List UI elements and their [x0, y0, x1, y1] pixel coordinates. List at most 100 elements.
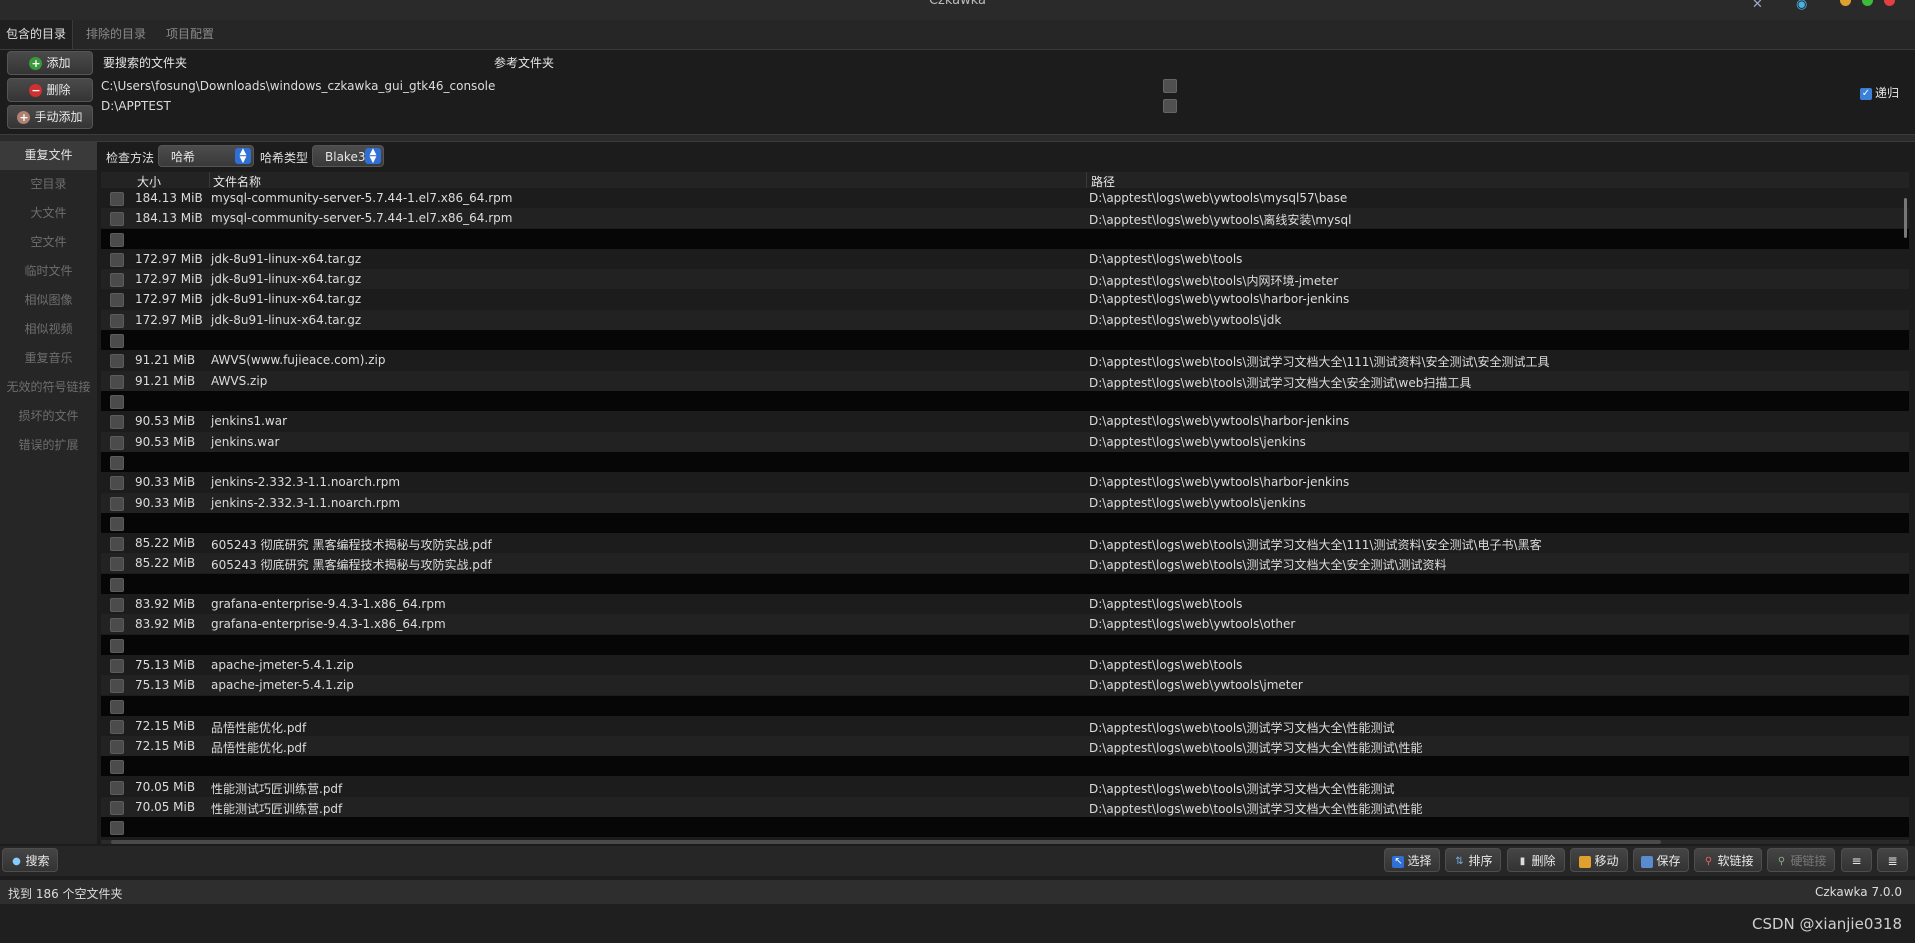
group-checkbox[interactable] [110, 233, 124, 247]
group-separator-row[interactable] [101, 452, 1909, 472]
move-button[interactable]: 移动 [1570, 848, 1628, 872]
tab-item-config[interactable]: 项目配置 [160, 20, 220, 49]
group-checkbox[interactable] [110, 700, 124, 714]
sort-button[interactable]: ⇅ 排序 [1445, 848, 1501, 872]
reference-checkbox[interactable] [1163, 79, 1177, 93]
row-checkbox[interactable] [110, 476, 124, 490]
table-row[interactable]: 70.05 MiB 性能测试巧匠训练营.pdf D:\apptest\logs\we… [101, 797, 1909, 817]
sidebar-item-similar-videos[interactable]: 相似视频 [0, 315, 97, 344]
table-row[interactable]: 172.97 MiB jdk-8u91-linux-x64.tar.gz D:\ap… [101, 269, 1909, 289]
group-checkbox[interactable] [110, 334, 124, 348]
table-row[interactable]: 172.97 MiB jdk-8u91-linux-x64.tar.gz D:\ap… [101, 249, 1909, 269]
sidebar-item-duplicate-files[interactable]: 重复文件 [0, 141, 97, 170]
group-separator-row[interactable] [101, 391, 1909, 411]
recursive-toggle[interactable]: ✓ 递归 [1860, 84, 1899, 101]
search-button[interactable]: ● 搜索 [2, 848, 58, 872]
table-row[interactable]: 75.13 MiB apache-jmeter-5.4.1.zip D:\appte… [101, 675, 1909, 695]
group-separator-row[interactable] [101, 756, 1909, 776]
table-row[interactable]: 83.92 MiB grafana-enterprise-9.4.3-1.x86_… [101, 614, 1909, 634]
tab-excluded-dirs[interactable]: 排除的目录 [80, 20, 152, 49]
row-checkbox[interactable] [110, 436, 124, 450]
collapse-panel-button[interactable]: ≡ [1841, 848, 1872, 872]
group-separator-row[interactable] [101, 330, 1909, 350]
row-checkbox[interactable] [110, 720, 124, 734]
table-row[interactable]: 70.05 MiB 性能测试巧匠训练营.pdf D:\apptest\logs\we… [101, 777, 1909, 797]
table-row[interactable]: 72.15 MiB 品悟性能优化.pdf D:\apptest\logs\web\t… [101, 716, 1909, 736]
vertical-scrollbar[interactable] [1904, 198, 1907, 238]
delete-button[interactable]: ▮ 删除 [1507, 848, 1565, 872]
group-separator-row[interactable] [101, 574, 1909, 594]
row-checkbox[interactable] [110, 659, 124, 673]
table-row[interactable]: 90.33 MiB jenkins-2.332.3-1.1.noarch.rpm D… [101, 472, 1909, 492]
sidebar-item-empty-files[interactable]: 空文件 [0, 228, 97, 257]
expand-panel-button[interactable]: ≣ [1877, 848, 1908, 872]
table-row[interactable]: 172.97 MiB jdk-8u91-linux-x64.tar.gz D:\ap… [101, 289, 1909, 309]
table-row[interactable]: 184.13 MiB mysql-community-server-5.7.44-… [101, 188, 1909, 208]
info-icon[interactable]: ◉ [1796, 0, 1814, 12]
hash-type-combo[interactable]: Blake3 ▲ ▼ [312, 145, 384, 167]
manual-add-button[interactable]: + 手动添加 [7, 105, 93, 129]
row-checkbox[interactable] [110, 801, 124, 815]
select-button[interactable]: ↖ 选择 [1384, 848, 1440, 872]
sidebar-item-duplicate-music[interactable]: 重复音乐 [0, 344, 97, 373]
reference-checkbox[interactable] [1163, 99, 1177, 113]
group-checkbox[interactable] [110, 395, 124, 409]
table-row[interactable]: 85.22 MiB 605243 彻底研究 黑客编程技术揭秘与攻防实战.pdf D:… [101, 553, 1909, 573]
group-checkbox[interactable] [110, 639, 124, 653]
row-checkbox[interactable] [110, 598, 124, 612]
row-checkbox[interactable] [110, 497, 124, 511]
sidebar-item-invalid-symlinks[interactable]: 无效的符号链接 [0, 373, 97, 402]
row-checkbox[interactable] [110, 212, 124, 226]
group-separator-row[interactable] [101, 635, 1909, 655]
group-checkbox[interactable] [110, 821, 124, 835]
row-checkbox[interactable] [110, 618, 124, 632]
table-row[interactable]: 83.92 MiB grafana-enterprise-9.4.3-1.x86_… [101, 594, 1909, 614]
tab-included-dirs[interactable]: 包含的目录 [0, 20, 74, 49]
add-dir-button[interactable]: + 添加 [7, 51, 93, 75]
row-checkbox[interactable] [110, 375, 124, 389]
table-row[interactable]: 172.97 MiB jdk-8u91-linux-x64.tar.gz D:\ap… [101, 310, 1909, 330]
sidebar-item-similar-images[interactable]: 相似图像 [0, 286, 97, 315]
row-checkbox[interactable] [110, 253, 124, 267]
row-checkbox[interactable] [110, 740, 124, 754]
tools-icon[interactable]: ✕ [1752, 0, 1770, 12]
save-button[interactable]: 保存 [1633, 848, 1689, 872]
table-row[interactable]: 90.53 MiB jenkins1.war D:\apptest\logs\web… [101, 411, 1909, 431]
row-checkbox[interactable] [110, 557, 124, 571]
sidebar-item-big-files[interactable]: 大文件 [0, 199, 97, 228]
table-row[interactable]: 91.21 MiB AWVS.zip D:\apptest\logs\web\too… [101, 371, 1909, 391]
sidebar-item-broken-files[interactable]: 损坏的文件 [0, 402, 97, 431]
group-checkbox[interactable] [110, 760, 124, 774]
symlink-button[interactable]: ⚲ 软链接 [1694, 848, 1762, 872]
row-checkbox[interactable] [110, 537, 124, 551]
pane-splitter[interactable] [0, 134, 1915, 142]
table-row[interactable]: 184.13 MiB mysql-community-server-5.7.44-… [101, 208, 1909, 228]
dir-item[interactable]: D:\APPTEST [101, 99, 171, 113]
remove-dir-button[interactable]: − 删除 [7, 78, 93, 102]
row-checkbox[interactable] [110, 192, 124, 206]
sidebar-item-temp-files[interactable]: 临时文件 [0, 257, 97, 286]
row-checkbox[interactable] [110, 273, 124, 287]
group-checkbox[interactable] [110, 517, 124, 531]
group-separator-row[interactable] [101, 513, 1909, 533]
table-row[interactable]: 72.15 MiB 品悟性能优化.pdf D:\apptest\logs\web\t… [101, 736, 1909, 756]
group-separator-row[interactable] [101, 229, 1909, 249]
row-checkbox[interactable] [110, 293, 124, 307]
table-row[interactable]: 91.21 MiB AWVS(www.fujieace.com).zip D:\ap… [101, 350, 1909, 370]
table-row[interactable]: 85.22 MiB 605243 彻底研究 黑客编程技术揭秘与攻防实战.pdf D:… [101, 533, 1909, 553]
check-method-combo[interactable]: 哈希 ▲ ▼ [158, 145, 254, 167]
sidebar-item-bad-extensions[interactable]: 错误的扩展 [0, 431, 97, 460]
horizontal-scrollbar[interactable] [101, 840, 1909, 844]
group-separator-row[interactable] [101, 817, 1909, 837]
table-row[interactable]: 90.33 MiB jenkins-2.332.3-1.1.noarch.rpm D… [101, 493, 1909, 513]
group-checkbox[interactable] [110, 456, 124, 470]
table-row[interactable]: 90.53 MiB jenkins.war D:\apptest\logs\web\… [101, 432, 1909, 452]
hardlink-button[interactable]: ⚲ 硬链接 [1767, 848, 1835, 872]
row-checkbox[interactable] [110, 314, 124, 328]
table-row[interactable]: 75.13 MiB apache-jmeter-5.4.1.zip D:\appte… [101, 655, 1909, 675]
row-checkbox[interactable] [110, 781, 124, 795]
sidebar-item-empty-dirs[interactable]: 空目录 [0, 170, 97, 199]
dir-item[interactable]: C:\Users\fosung\Downloads\windows_czkawk… [101, 79, 495, 93]
row-checkbox[interactable] [110, 415, 124, 429]
group-checkbox[interactable] [110, 578, 124, 592]
